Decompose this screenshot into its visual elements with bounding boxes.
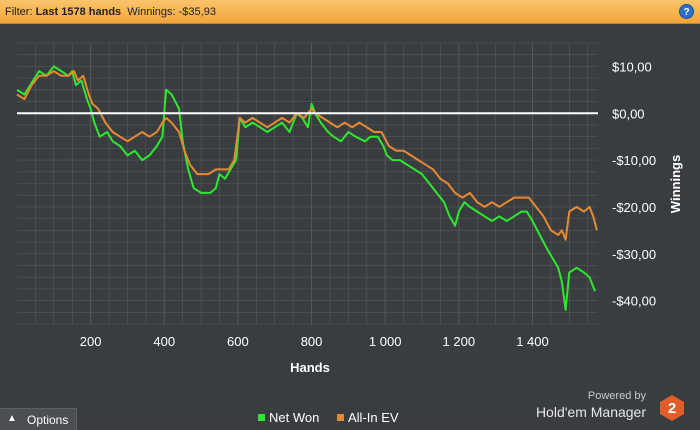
y-tick-label: -$40,00 [612, 294, 656, 309]
x-tick-label: 1 400 [516, 334, 549, 349]
legend-item-all-in-ev: All-In EV [336, 410, 399, 425]
legend-label-all-in-ev: All-In EV [347, 410, 399, 425]
x-tick-label: 1 000 [369, 334, 402, 349]
y-axis-label: Winnings [668, 155, 683, 213]
chart-grid [17, 42, 598, 325]
legend-label-net-won: Net Won [269, 410, 320, 425]
branding: Powered by Hold'em Manager 2 [530, 390, 690, 424]
product-name: Hold'em Manager [535, 404, 646, 420]
y-tick-label: -$30,00 [612, 247, 656, 262]
options-button[interactable]: ▲ Options [0, 408, 77, 430]
y-tick-label: -$20,00 [612, 200, 656, 215]
filter-value: Last 1578 hands [35, 6, 122, 18]
chart-legend: Net Won All-In EV [258, 410, 413, 425]
winnings-value: -$35,93 [178, 6, 216, 18]
winnings-chart: 200 400 600 800 1 000 1 200 1 400 $10,00 $0,00 -$… [16, 42, 683, 375]
chevron-up-icon: ▲ [7, 413, 17, 424]
filter-summary: Filter: Last 1578 hands Winnings: -$35,9… [5, 6, 216, 18]
legend-swatch-net-won [258, 414, 265, 421]
y-tick-label: -$10,00 [612, 153, 656, 168]
x-tick-label: 600 [227, 334, 249, 349]
help-icon[interactable]: ? [679, 4, 694, 19]
powered-by-text: Powered by [587, 390, 646, 402]
filter-bar: Filter: Last 1578 hands Winnings: -$35,9… [0, 0, 700, 24]
filter-label: Filter: [5, 6, 33, 18]
legend-swatch-all-in-ev [336, 414, 344, 421]
winnings-label: Winnings: [127, 6, 176, 18]
x-tick-label: 200 [80, 334, 102, 349]
x-tick-label: 1 200 [443, 334, 476, 349]
legend-item-net-won: Net Won [258, 410, 319, 425]
logo-badge-text: 2 [668, 400, 676, 417]
y-tick-label: $0,00 [612, 106, 645, 121]
options-label: Options [27, 413, 69, 427]
x-tick-label: 400 [153, 334, 175, 349]
x-tick-label: 800 [301, 334, 323, 349]
hem2-logo-icon: 2 [660, 395, 684, 421]
y-tick-label: $10,00 [612, 59, 652, 74]
x-axis-label: Hands [290, 360, 330, 375]
